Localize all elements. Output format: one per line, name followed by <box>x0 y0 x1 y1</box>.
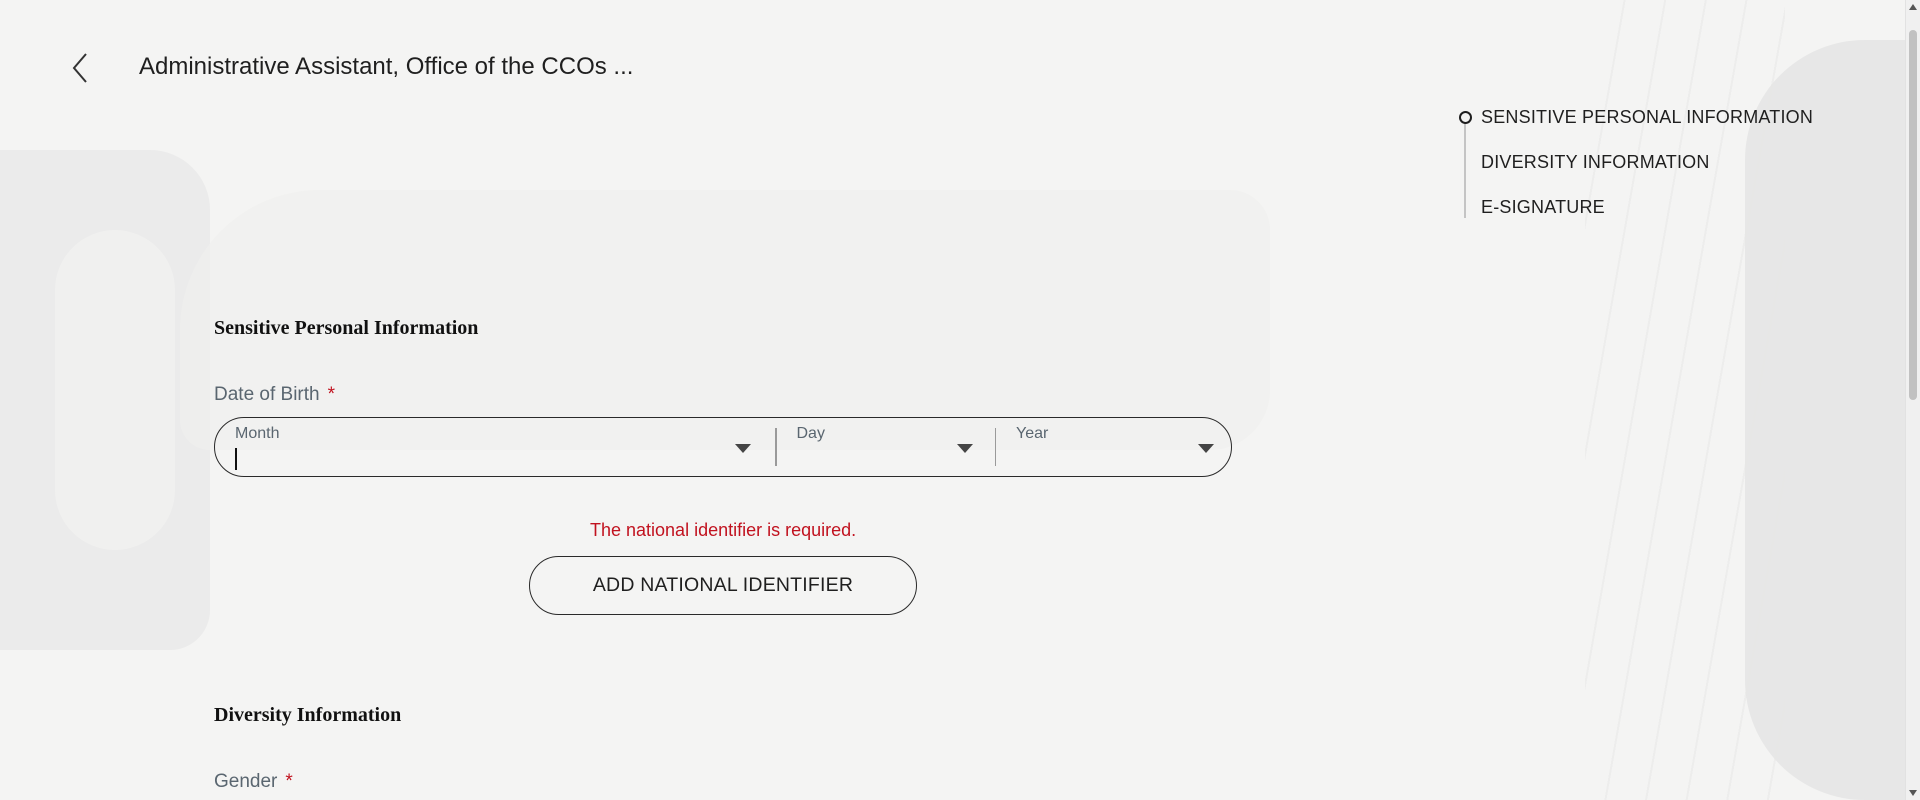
year-label: Year <box>1016 425 1049 442</box>
date-of-birth-label: Date of Birth * <box>214 384 335 406</box>
caret-down-icon <box>735 444 751 453</box>
gender-label: Gender * <box>214 771 293 793</box>
section-title-sensitive: Sensitive Personal Information <box>214 317 479 339</box>
step-label: SENSITIVE PERSONAL INFORMATION <box>1481 107 1814 127</box>
caret-down-icon <box>1198 444 1214 453</box>
step-label: E-SIGNATURE <box>1481 197 1605 217</box>
step-label: DIVERSITY INFORMATION <box>1481 152 1710 172</box>
year-select[interactable]: Year <box>996 418 1230 476</box>
add-national-identifier-button[interactable]: ADD NATIONAL IDENTIFIER <box>529 556 917 615</box>
back-button[interactable] <box>62 50 98 86</box>
gender-label-text: Gender <box>214 771 278 792</box>
vertical-scrollbar[interactable] <box>1905 0 1920 800</box>
date-of-birth-field: Month Day Year <box>214 417 1232 477</box>
required-marker: * <box>285 771 293 792</box>
month-select[interactable]: Month <box>215 418 775 476</box>
scrollbar-thumb[interactable] <box>1909 30 1917 400</box>
current-step-icon <box>1459 111 1472 124</box>
background-shape-left-inner <box>55 230 175 550</box>
scroll-down-icon[interactable] <box>1909 790 1917 796</box>
chevron-left-icon <box>72 53 87 83</box>
caret-down-icon <box>956 444 973 453</box>
step-e-signature[interactable]: E-SIGNATURE <box>1456 194 1813 239</box>
scroll-up-icon[interactable] <box>1909 4 1917 10</box>
step-sensitive-personal-information[interactable]: SENSITIVE PERSONAL INFORMATION <box>1456 104 1813 149</box>
background-shape-left <box>0 150 210 650</box>
section-stepper: SENSITIVE PERSONAL INFORMATION DIVERSITY… <box>1456 104 1813 239</box>
day-label: Day <box>796 425 825 442</box>
month-label: Month <box>235 425 280 442</box>
step-diversity-information[interactable]: DIVERSITY INFORMATION <box>1456 149 1813 194</box>
national-identifier-error: The national identifier is required. <box>590 520 857 540</box>
section-title-diversity: Diversity Information <box>214 704 402 726</box>
required-marker: * <box>327 384 336 405</box>
page-title: Administrative Assistant, Office of the … <box>139 53 634 80</box>
date-of-birth-label-text: Date of Birth <box>214 384 320 405</box>
text-cursor <box>235 448 237 470</box>
day-select[interactable]: Day <box>777 418 995 476</box>
